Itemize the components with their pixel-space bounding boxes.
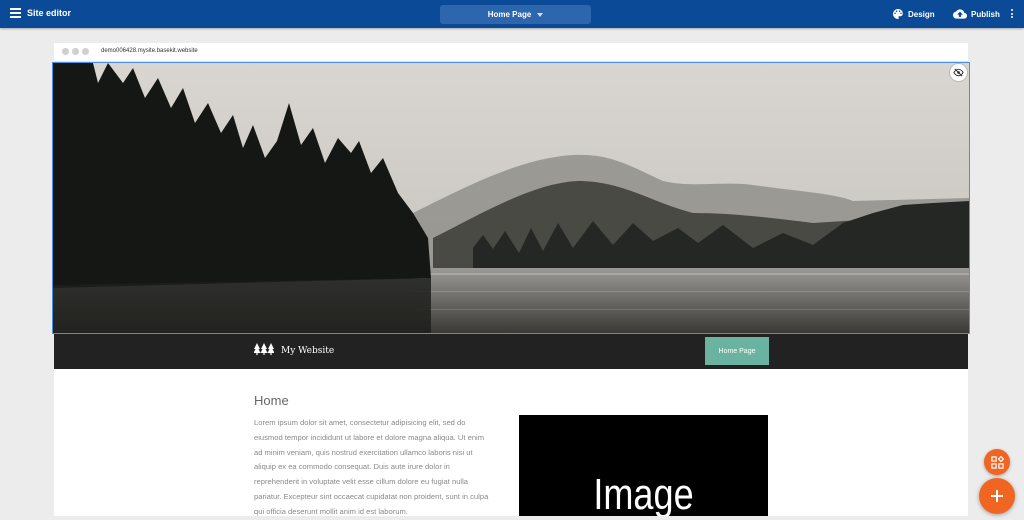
- window-dot: [62, 48, 69, 55]
- more-vertical-icon[interactable]: [1011, 9, 1014, 20]
- add-widget-icon: [990, 455, 1004, 469]
- add-widget-button[interactable]: [984, 449, 1010, 475]
- palette-icon: [893, 9, 903, 19]
- cloud-upload-icon: [953, 9, 967, 19]
- image-placeholder-label: Image: [593, 470, 694, 517]
- site-url: demo006428.mysite.basekit.website: [101, 48, 198, 54]
- site-header: My Website Home Page: [54, 334, 968, 369]
- editor-toolbar: Site editor Home Page Design Publish: [0, 0, 1024, 28]
- window-dot: [72, 48, 79, 55]
- design-label: Design: [908, 9, 935, 19]
- page-title: Home: [254, 393, 289, 408]
- plus-icon: [991, 490, 1003, 502]
- hero-image[interactable]: [52, 62, 970, 334]
- page-selector[interactable]: Home Page: [440, 5, 591, 24]
- window-dot: [82, 48, 89, 55]
- nav-item-home-page[interactable]: Home Page: [705, 337, 769, 365]
- app-title: Site editor: [27, 8, 72, 18]
- publish-label: Publish: [971, 9, 1000, 19]
- site-name[interactable]: My Website: [281, 346, 334, 356]
- body-text: Lorem ipsum dolor sit amet, consectetur …: [254, 418, 489, 516]
- design-button[interactable]: Design: [892, 7, 935, 21]
- image-placeholder[interactable]: Image: [519, 415, 768, 516]
- chevron-down-icon: [537, 12, 544, 17]
- page-selector-label: Home Page: [487, 10, 532, 19]
- publish-button[interactable]: Publish: [953, 7, 1000, 21]
- browser-url-bar: demo006428.mysite.basekit.website: [54, 43, 968, 62]
- page-content: Home Lorem ipsum dolor sit amet, consect…: [54, 369, 968, 516]
- add-button[interactable]: [979, 478, 1015, 514]
- hamburger-icon[interactable]: [10, 8, 21, 20]
- landscape-photo: [53, 63, 969, 333]
- eye-off-icon[interactable]: [949, 63, 968, 82]
- pine-trees-icon: [254, 343, 274, 355]
